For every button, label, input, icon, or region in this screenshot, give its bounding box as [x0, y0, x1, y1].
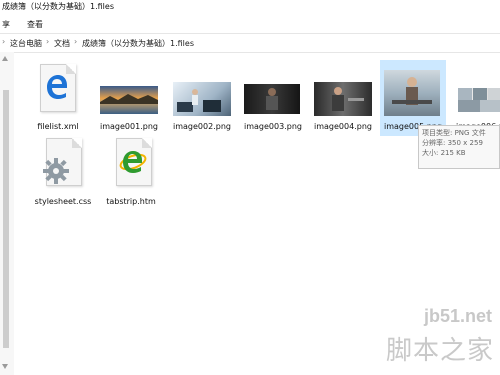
edge-icon [47, 75, 67, 99]
gear-icon [43, 158, 69, 184]
collage-scene [458, 88, 500, 112]
vertical-scrollbar[interactable] [0, 52, 14, 375]
internet-explorer-icon [119, 151, 147, 173]
file-item-image002[interactable]: image002.png [167, 60, 237, 136]
file-item-image003[interactable]: image003.png [238, 60, 308, 136]
breadcrumb-separator: › [74, 37, 78, 46]
breadcrumb-current-folder[interactable]: 成绩簿（以分数为基础）1.files [82, 38, 194, 49]
gym-girl-scene [392, 77, 432, 105]
breadcrumb-this-pc[interactable]: 这台电脑 [10, 38, 42, 49]
image-thumbnail [100, 86, 158, 114]
file-name: filelist.xml [37, 122, 79, 131]
image-thumbnail [244, 84, 300, 114]
file-info-tooltip: 项目类型: PNG 文件 分辨率: 350 x 259 大小: 215 KB [418, 125, 500, 169]
title-bar: 成绩簿（以分数为基础）1.files [0, 0, 500, 14]
tooltip-item-type: 项目类型: PNG 文件 [422, 129, 486, 137]
tab-share[interactable]: 享 [2, 19, 10, 30]
address-bar[interactable]: › 这台电脑 › 文档 › 成绩簿（以分数为基础）1.files [0, 33, 500, 53]
tooltip-size: 大小: 215 KB [422, 149, 466, 157]
breadcrumb-separator: › [46, 37, 50, 46]
file-item-filelist-xml[interactable]: filelist.xml [28, 60, 88, 136]
tooltip-dimensions: 分辨率: 350 x 259 [422, 139, 483, 147]
image-thumbnail [173, 82, 231, 116]
tab-view[interactable]: 查看 [27, 19, 43, 30]
gym-scene [177, 89, 221, 112]
ribbon-tabs: 享 查看 [0, 14, 500, 32]
dark-fitness-scene [266, 88, 278, 110]
scroll-down-arrow-icon[interactable] [2, 364, 8, 369]
window-title: 成绩簿（以分数为基础）1.files [2, 2, 114, 11]
file-item-stylesheet-css[interactable]: stylesheet.css [28, 136, 98, 212]
scrollbar-thumb[interactable] [3, 90, 9, 348]
file-name: image002.png [173, 122, 231, 131]
file-item-image004[interactable]: image004.png [308, 60, 378, 136]
breadcrumb-documents[interactable]: 文档 [54, 38, 70, 49]
scroll-up-arrow-icon[interactable] [2, 56, 8, 61]
file-item-tabstrip-htm[interactable]: tabstrip.htm [96, 136, 166, 212]
image-thumbnail [314, 82, 372, 116]
file-name: image003.png [244, 122, 302, 131]
image-thumbnail [384, 70, 440, 116]
file-name: tabstrip.htm [106, 197, 156, 206]
file-list: filelist.xml image001.png image002.png i… [14, 52, 500, 375]
mountain-silhouette [100, 94, 158, 104]
file-item-image001[interactable]: image001.png [94, 60, 164, 136]
fitness-woman-scene [332, 87, 364, 111]
file-name: image004.png [314, 122, 372, 131]
file-name: image001.png [100, 122, 158, 131]
image-thumbnail [458, 88, 500, 112]
breadcrumb-separator: › [2, 37, 6, 46]
file-name: stylesheet.css [34, 197, 92, 206]
